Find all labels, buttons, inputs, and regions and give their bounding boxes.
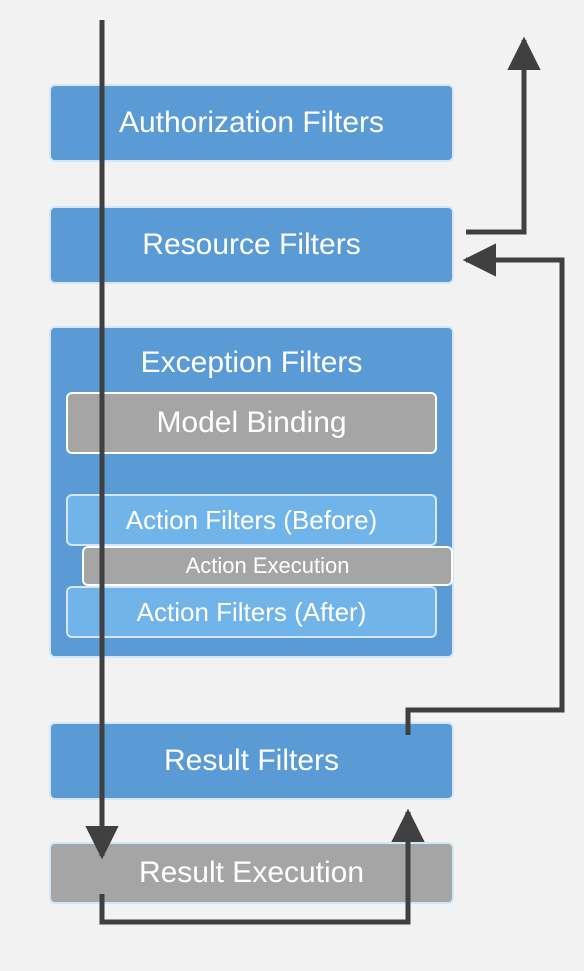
model-binding-box: Model Binding bbox=[66, 392, 437, 454]
result-execution-box: Result Execution bbox=[49, 842, 454, 904]
action-filters-before-label: Action Filters (Before) bbox=[126, 505, 377, 536]
resource-filters-box: Resource Filters bbox=[49, 206, 454, 284]
filter-pipeline-diagram: Authorization Filters Resource Filters E… bbox=[0, 0, 584, 971]
result-filters-label: Result Filters bbox=[164, 744, 339, 778]
action-filters-after-label: Action Filters (After) bbox=[137, 597, 367, 628]
authorization-filters-box: Authorization Filters bbox=[49, 84, 454, 162]
result-filters-box: Result Filters bbox=[49, 722, 454, 800]
action-filters-before-box: Action Filters (Before) bbox=[66, 494, 437, 546]
action-filters-after-box: Action Filters (After) bbox=[66, 586, 437, 638]
result-execution-label: Result Execution bbox=[139, 856, 364, 890]
resource-filters-label: Resource Filters bbox=[142, 228, 360, 262]
exception-filters-label: Exception Filters bbox=[51, 346, 452, 380]
authorization-filters-label: Authorization Filters bbox=[119, 106, 384, 140]
action-execution-label: Action Execution bbox=[186, 553, 350, 579]
action-execution-box: Action Execution bbox=[82, 546, 453, 586]
model-binding-label: Model Binding bbox=[156, 406, 346, 440]
